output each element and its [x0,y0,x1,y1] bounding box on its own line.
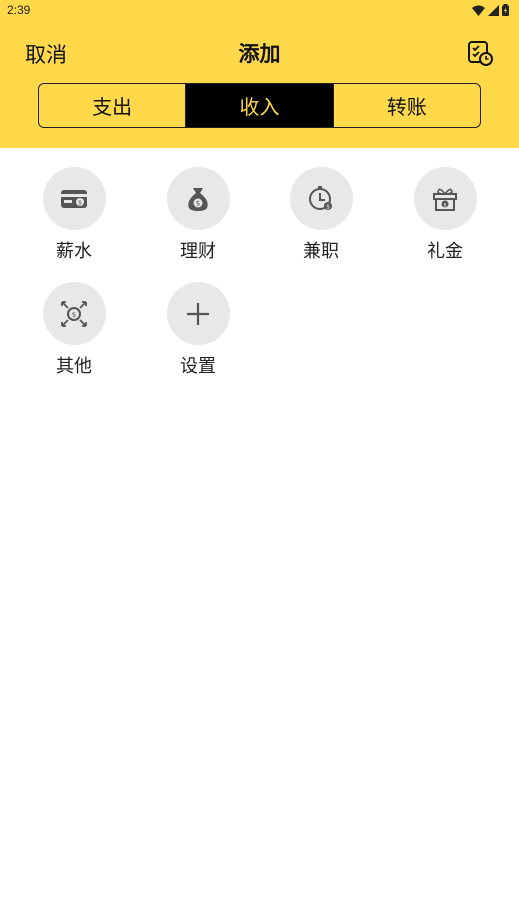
parttime-clock-icon: $ [309,185,332,210]
status-time: 2:39 [7,3,31,17]
category-finance[interactable]: $ 理财 [148,167,248,263]
category-label: 兼职 [303,241,339,262]
svg-text:$: $ [78,199,82,206]
battery-icon [502,4,509,16]
calendar-clock-icon[interactable] [466,39,494,67]
category-label: 薪水 [56,241,92,262]
category-icon-circle [166,282,230,345]
category-other[interactable]: $ 其他 [24,282,124,378]
gift-icon: $ [433,188,457,211]
svg-text:$: $ [196,199,200,207]
category-label: 礼金 [427,241,463,262]
category-salary[interactable]: $ 薪水 [24,167,124,263]
money-bag-icon: $ [188,187,208,211]
wifi-icon [472,5,485,16]
tab-expense[interactable]: 支出 [39,84,185,127]
category-label: 设置 [180,356,216,377]
salary-card-icon: $ [61,189,87,208]
category-parttime[interactable]: $ 兼职 [271,167,371,263]
plus-icon [187,302,209,325]
category-label: 理财 [180,241,216,262]
category-gift[interactable]: $ 礼金 [395,167,495,263]
signal-icon [488,4,499,16]
category-settings[interactable]: 设置 [148,282,248,378]
top-bar: 2:39 取消 添加 支出 收入 转账 [0,0,519,148]
svg-text:$: $ [326,203,330,210]
category-icon-circle: $ [42,167,106,230]
tab-income[interactable]: 收入 [185,84,333,127]
svg-text:$: $ [443,202,447,208]
other-coin-icon: $ [61,300,87,327]
type-tabs: 支出 收入 转账 [38,83,481,128]
category-icon-circle: $ [42,282,106,345]
category-icon-circle: $ [289,167,353,230]
tab-transfer[interactable]: 转账 [332,84,480,127]
status-icons [472,4,509,16]
category-label: 其他 [56,356,92,377]
svg-text:$: $ [72,311,76,319]
category-icon-circle: $ [413,167,477,230]
page-title: 添加 [238,42,281,66]
category-icon-circle: $ [166,167,230,230]
